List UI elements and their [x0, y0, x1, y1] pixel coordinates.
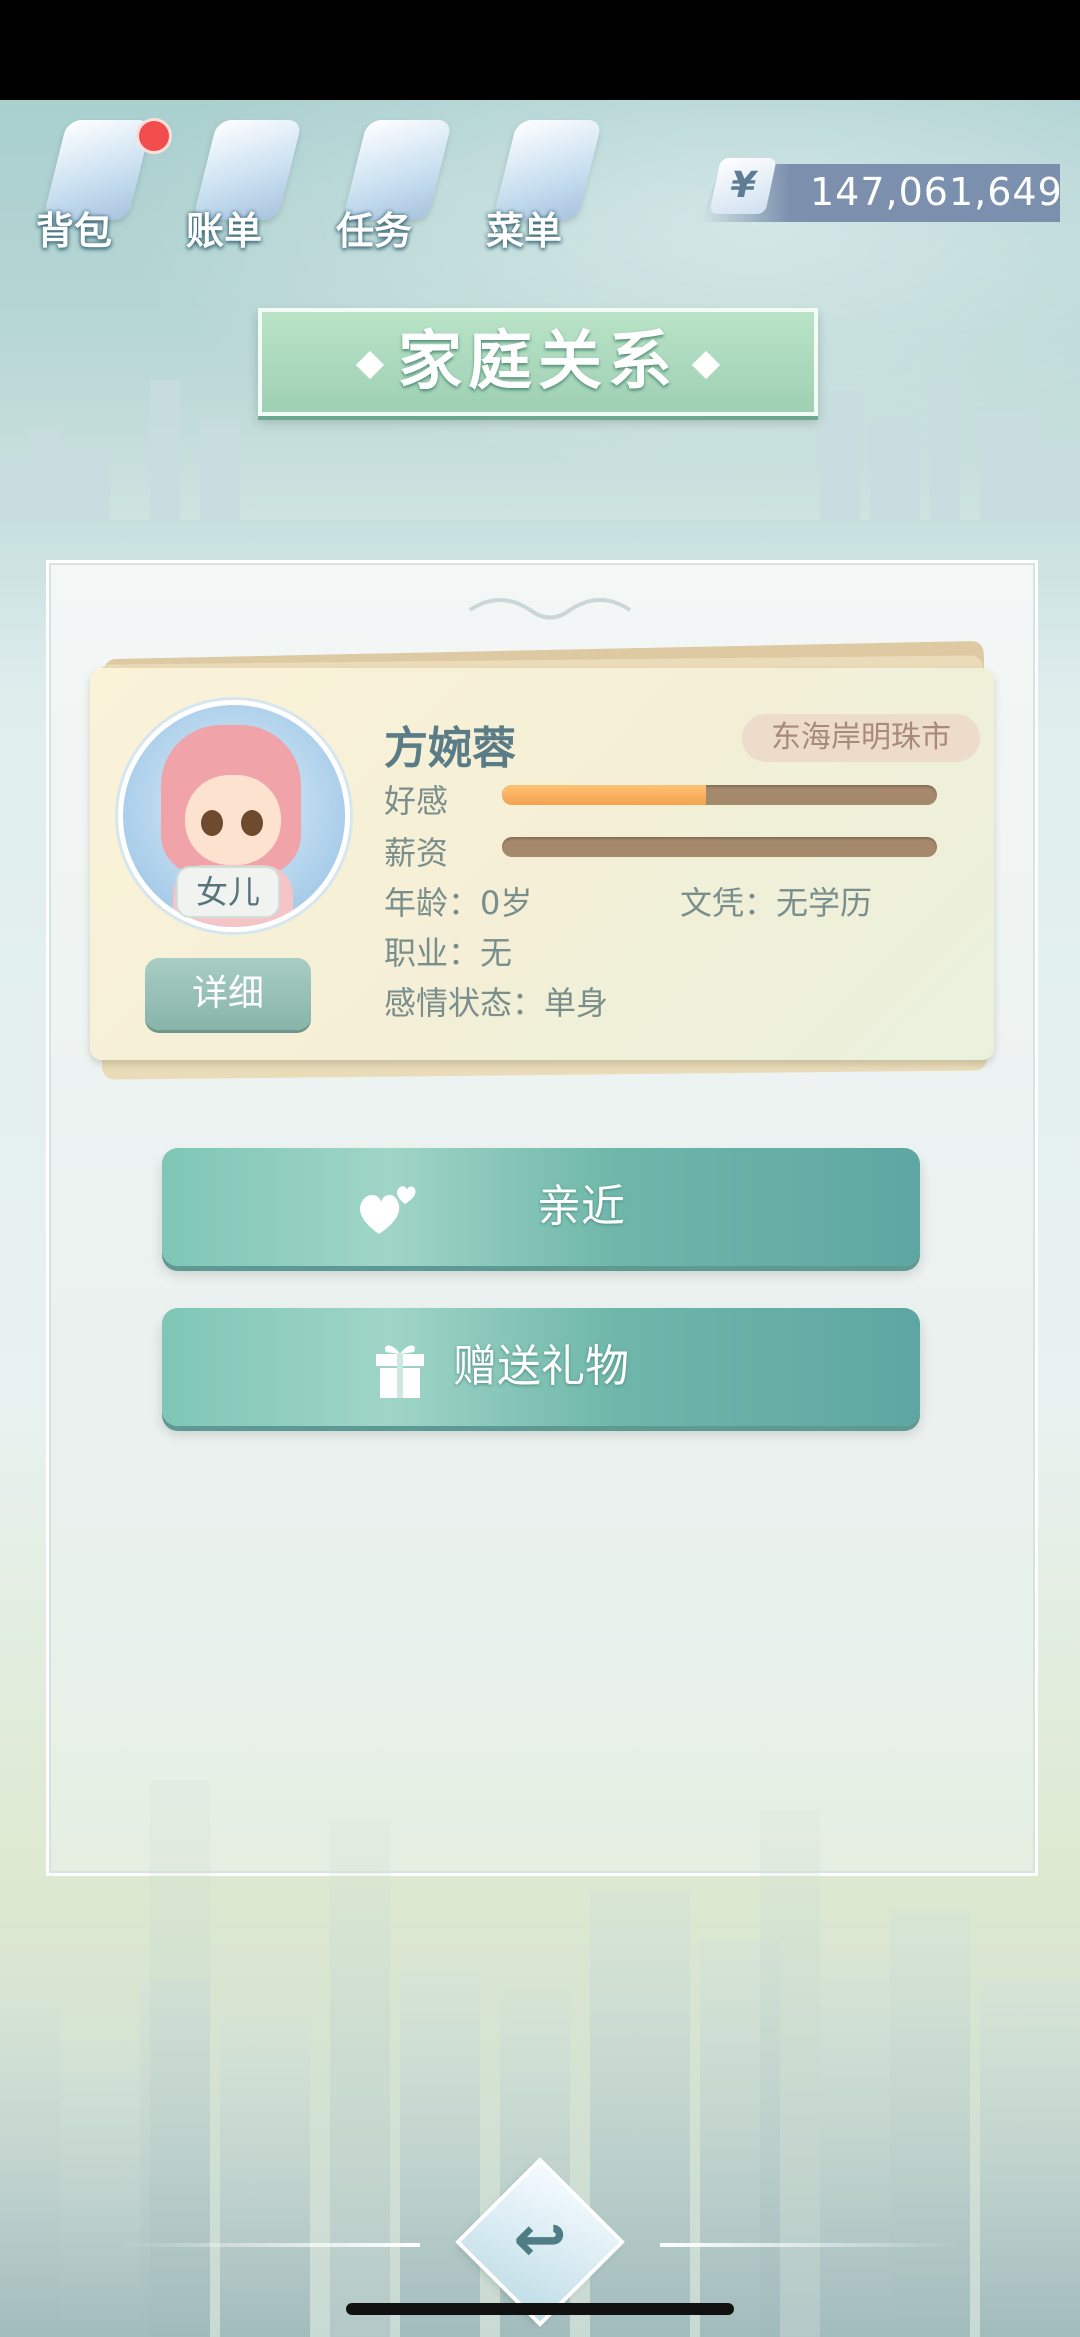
diamond-right-icon — [691, 351, 721, 380]
salary-label: 薪资 — [384, 834, 449, 872]
nav-bill-label: 账单 — [186, 209, 263, 253]
age-info: 年龄：0岁 — [384, 884, 533, 922]
nav-menu[interactable]: 菜单 — [480, 110, 610, 260]
notification-badge — [136, 118, 172, 154]
diamond-left-icon — [355, 351, 385, 380]
page-title-banner: 家庭关系 — [258, 308, 818, 416]
role-tag: 女儿 — [178, 868, 278, 916]
home-indicator[interactable] — [346, 2303, 734, 2315]
gift-button[interactable]: 赠送礼物 — [162, 1308, 920, 1426]
bond-button[interactable]: 亲近 — [162, 1148, 920, 1266]
detail-button[interactable]: 详细 — [145, 958, 311, 1030]
salary-bar — [502, 837, 937, 857]
city-badge: 东海岸明珠市 — [742, 714, 980, 762]
yen-icon: ¥ — [709, 158, 777, 214]
nav-task-label: 任务 — [336, 209, 413, 253]
relationship-info: 感情状态：单身 — [384, 984, 609, 1022]
ornament-icon — [468, 598, 632, 620]
status-bar — [0, 0, 1080, 100]
nav-menu-label: 菜单 — [486, 209, 563, 253]
bottom-line-left — [120, 2243, 420, 2247]
back-arrow-icon: ↩ — [513, 2203, 567, 2277]
affection-bar — [502, 785, 937, 805]
job-info: 职业：无 — [384, 934, 513, 972]
gift-label: 赠送礼物 — [453, 1341, 629, 1392]
education-info: 文凭：无学历 — [680, 884, 873, 922]
affection-label: 好感 — [384, 782, 449, 820]
member-name: 方婉蓉 — [384, 723, 516, 774]
bond-label: 亲近 — [537, 1181, 625, 1232]
nav-backpack-label: 背包 — [36, 209, 113, 253]
nav-bill[interactable]: 账单 — [180, 110, 310, 260]
money-value: 147,061,649 — [810, 170, 1063, 214]
nav-task[interactable]: 任务 — [330, 110, 460, 260]
bottom-line-right — [660, 2243, 960, 2247]
affection-fill — [502, 785, 707, 805]
page-title: 家庭关系 — [398, 325, 678, 399]
